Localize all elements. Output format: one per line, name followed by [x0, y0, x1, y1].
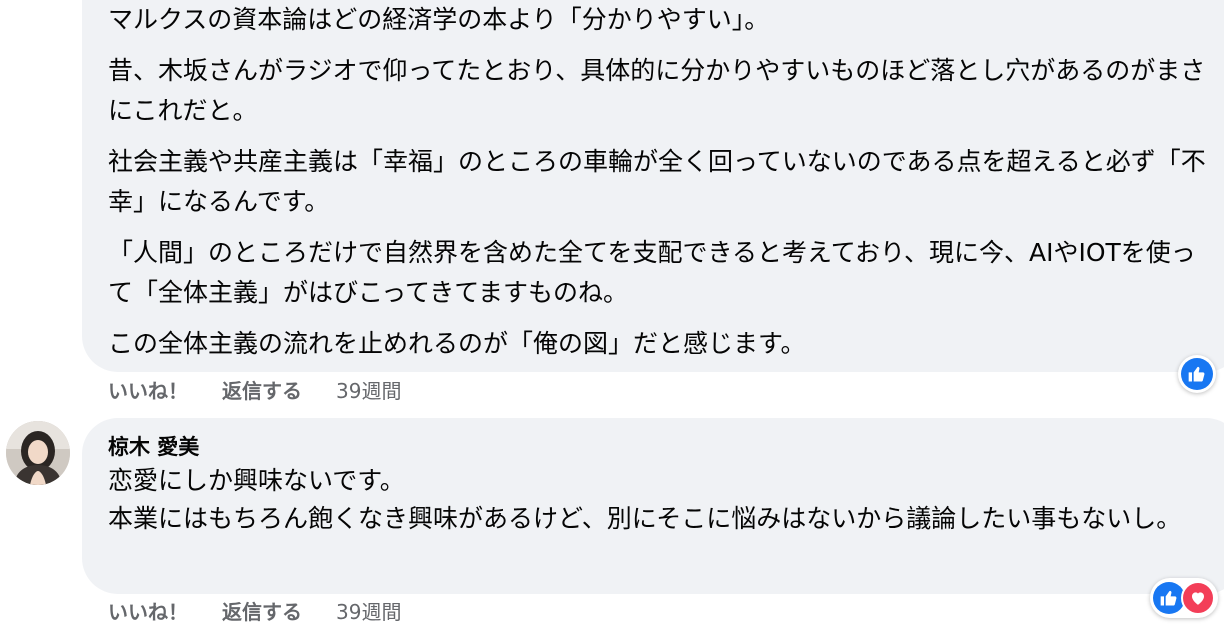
like-link[interactable]: いいね！ [108, 377, 188, 405]
comment-text: この全体主義の流れを止めれるのが「俺の図」だと感じます。 [108, 329, 806, 358]
timestamp[interactable]: 39週間 [336, 598, 401, 626]
like-link[interactable]: いいね！ [108, 598, 188, 626]
comment-text: 昔、木坂さんがラジオで仰ってたとおり、具体的に分かりやすいものほど落とし穴がある… [108, 56, 1206, 125]
comment-bubble: 椋木 愛美 恋愛にしか興味ないです。 本業にはもちろん飽くなき興味があるけど、別… [82, 418, 1224, 594]
comment-author[interactable]: 椋木 愛美 [108, 432, 1224, 462]
comment-bubble: マルクスの資本論はどの経済学の本より「分かりやすい」。 昔、木坂さんがラジオで仰… [82, 0, 1224, 372]
reply-link[interactable]: 返信する [222, 377, 302, 405]
avatar[interactable] [6, 421, 70, 485]
reaction-summary[interactable] [1150, 578, 1218, 618]
comment-thread: マルクスの資本論はどの経済学の本より「分かりやすい」。 昔、木坂さんがラジオで仰… [0, 0, 1224, 634]
like-icon [1181, 358, 1213, 390]
comment-actions: いいね！ 返信する 39週間 [108, 377, 401, 405]
comment-text: 「人間」のところだけで自然界を含めた全てを支配できると考えており、現に今、AIや… [108, 238, 1196, 307]
comment-actions: いいね！ 返信する 39週間 [108, 598, 401, 626]
comment-text: 社会主義や共産主義は「幸福」のところの車輪が全く回っていないのである点を超えると… [108, 147, 1206, 216]
comment-text: マルクスの資本論はどの経済学の本より「分かりやすい」。 [108, 5, 770, 34]
timestamp[interactable]: 39週間 [336, 377, 401, 405]
comment-text: 恋愛にしか興味ないです。 [108, 466, 405, 495]
love-icon [1181, 581, 1215, 615]
comment-text: 本業にはもちろん飽くなき興味があるけど、別にそこに悩みはないから議論したい事もな… [108, 504, 1182, 533]
reaction-summary[interactable] [1178, 355, 1216, 393]
reply-link[interactable]: 返信する [222, 598, 302, 626]
